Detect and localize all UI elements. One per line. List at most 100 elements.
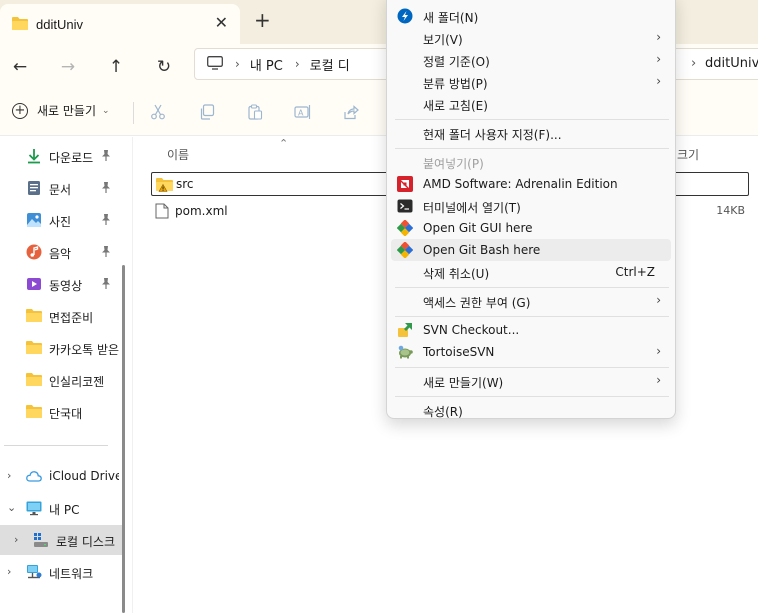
menu-separator <box>395 287 669 288</box>
menu-item-group-by[interactable]: 분류 방법(P) › <box>391 71 671 93</box>
new-button-label: 새로 만들기 <box>37 104 97 118</box>
sidebar-item-interview-prep[interactable]: 면접준비 <box>0 301 125 331</box>
sidebar-item-my-pc[interactable]: ⌄ 내 PC <box>0 493 125 523</box>
chevron-right-icon: › <box>656 344 661 358</box>
file-icon <box>155 203 169 222</box>
chevron-down-icon[interactable]: ⌄ <box>7 501 16 514</box>
menu-item-label: 속성(R) <box>423 405 463 419</box>
paste-icon[interactable] <box>245 102 265 122</box>
folder-warning-icon <box>156 176 174 195</box>
sidebar-item-icloud[interactable]: › iCloud Drive <box>0 461 125 491</box>
breadcrumb-separator: › <box>691 56 697 71</box>
rename-icon[interactable]: A <box>293 102 313 122</box>
sidebar-item-label: 단국대 <box>49 407 83 421</box>
sidebar-item-insilicogen[interactable]: 인실리코젠 <box>0 365 125 395</box>
menu-separator <box>395 316 669 317</box>
menu-item-label: 새로 고침(E) <box>423 99 488 113</box>
sidebar-divider <box>4 445 108 446</box>
chevron-right-icon[interactable]: › <box>14 533 18 546</box>
menu-item-give-access[interactable]: 액세스 권한 부여 (G) › <box>391 290 671 312</box>
folder-icon <box>12 16 28 33</box>
sidebar-item-network[interactable]: › 네트워크 <box>0 557 125 587</box>
menu-item-label: 붙여넣기(P) <box>423 157 484 171</box>
tortoisesvn-icon <box>397 344 413 360</box>
sidebar-item-documents[interactable]: 문서 <box>0 173 125 203</box>
breadcrumb-local-disk[interactable]: 로컬 디 <box>310 55 350 74</box>
menu-item-label: 새 폴더(N) <box>423 11 479 25</box>
sidebar-item-local-disk[interactable]: › 로컬 디스크 <box>0 525 125 555</box>
refresh-button[interactable]: ↻ <box>149 52 179 82</box>
sidebar-item-kakaotalk[interactable]: 카카오톡 받은 <box>0 333 125 363</box>
icloud-icon <box>26 468 42 484</box>
menu-item-view[interactable]: 보기(V) › <box>391 27 671 49</box>
chevron-right-icon: › <box>656 30 661 44</box>
chevron-right-icon[interactable]: › <box>7 565 11 578</box>
back-button[interactable]: ← <box>5 52 35 82</box>
forward-button[interactable]: → <box>53 52 83 82</box>
chevron-right-icon[interactable]: › <box>7 469 11 482</box>
breadcrumb-dditUniv[interactable]: dditUniv <box>705 56 758 71</box>
file-size: 14KB <box>716 204 745 217</box>
menu-item-sort-by[interactable]: 정렬 기준(O) › <box>391 49 671 71</box>
up-button[interactable]: ↑ <box>101 52 131 82</box>
menu-item-new-folder[interactable]: 새 폴더(N) <box>391 5 671 27</box>
sort-ascending-icon: ⌃ <box>279 137 289 150</box>
new-button[interactable]: + 새로 만들기 ⌄ <box>12 102 110 119</box>
menu-item-undo-delete[interactable]: 삭제 취소(U) Ctrl+Z <box>391 261 671 283</box>
column-header-name[interactable]: 이름 <box>167 146 189 163</box>
menu-item-label: Open Git Bash here <box>423 243 541 257</box>
videos-icon <box>26 276 42 292</box>
breadcrumb-separator: › <box>235 57 240 71</box>
menu-item-svn-checkout[interactable]: SVN Checkout... <box>391 319 671 341</box>
menu-item-label: 분류 방법(P) <box>423 77 488 91</box>
menu-separator <box>395 396 669 397</box>
close-icon[interactable]: ✕ <box>215 15 228 31</box>
menu-item-label: 현재 폴더 사용자 지정(F)... <box>423 128 562 142</box>
menu-separator <box>395 148 669 149</box>
file-name: pom.xml <box>175 204 228 218</box>
svg-text:A: A <box>298 109 304 118</box>
breadcrumb-separator: › <box>294 57 300 71</box>
pin-icon <box>101 150 111 164</box>
menu-item-label: SVN Checkout... <box>423 323 520 337</box>
sidebar-item-downloads[interactable]: 다운로드 <box>0 141 125 171</box>
sidebar-item-videos[interactable]: 동영상 <box>0 269 125 299</box>
copy-icon[interactable] <box>197 102 217 122</box>
menu-item-label: 터미널에서 열기(T) <box>423 201 521 215</box>
menu-item-customize-folder[interactable]: 현재 폴더 사용자 지정(F)... <box>391 122 671 144</box>
menu-item-refresh[interactable]: 새로 고침(E) <box>391 93 671 115</box>
menu-item-shortcut: Ctrl+Z <box>615 265 655 279</box>
git-gui-icon <box>396 219 414 237</box>
sidebar-item-pictures[interactable]: 사진 <box>0 205 125 235</box>
plus-icon: + <box>12 102 28 119</box>
new-tab-button[interactable]: + <box>254 10 271 30</box>
sidebar-item-label: 면접준비 <box>49 311 94 325</box>
menu-item-git-gui[interactable]: Open Git GUI here <box>391 217 671 239</box>
breadcrumb-my-pc[interactable]: 내 PC <box>250 55 283 74</box>
menu-item-amd-software[interactable]: AMD Software: Adrenalin Edition <box>391 173 671 195</box>
sidebar-item-label: 카카오톡 받은 <box>49 343 119 357</box>
chevron-right-icon: › <box>656 52 661 66</box>
sidebar-item-dankook[interactable]: 단국대 <box>0 397 125 427</box>
context-menu: 새 폴더(N) 보기(V) › 정렬 기준(O) › 분류 방법(P) › 새로… <box>386 0 676 419</box>
menu-item-label: 액세스 권한 부여 (G) <box>423 296 531 310</box>
menu-item-label: 새로 만들기(W) <box>423 376 504 390</box>
menu-item-open-terminal[interactable]: 터미널에서 열기(T) <box>391 195 671 217</box>
share-icon[interactable] <box>341 102 361 122</box>
menu-item-git-bash[interactable]: Open Git Bash here <box>391 239 671 261</box>
sidebar-scrollbar[interactable] <box>122 265 125 613</box>
menu-item-properties[interactable]: 속성(R) <box>391 399 671 421</box>
amd-icon <box>397 176 413 192</box>
cut-icon[interactable] <box>148 102 168 122</box>
menu-item-new[interactable]: 새로 만들기(W) › <box>391 370 671 392</box>
sidebar-item-music[interactable]: 음악 <box>0 237 125 267</box>
menu-item-tortoisesvn[interactable]: TortoiseSVN › <box>391 341 671 363</box>
column-header-size[interactable]: 크기 <box>677 146 699 163</box>
navigation-pane: 다운로드 문서 사진 음악 동영상 면접준비 카카오톡 받은 인실리코젠 단국대… <box>0 137 125 613</box>
pin-icon <box>101 182 111 196</box>
sidebar-item-label: iCloud Drive <box>49 469 119 483</box>
pin-icon <box>101 246 111 260</box>
new-folder-icon <box>397 8 413 24</box>
tab-dditUniv[interactable]: dditUniv ✕ <box>0 4 240 44</box>
menu-item-paste[interactable]: 붙여넣기(P) <box>391 151 671 173</box>
